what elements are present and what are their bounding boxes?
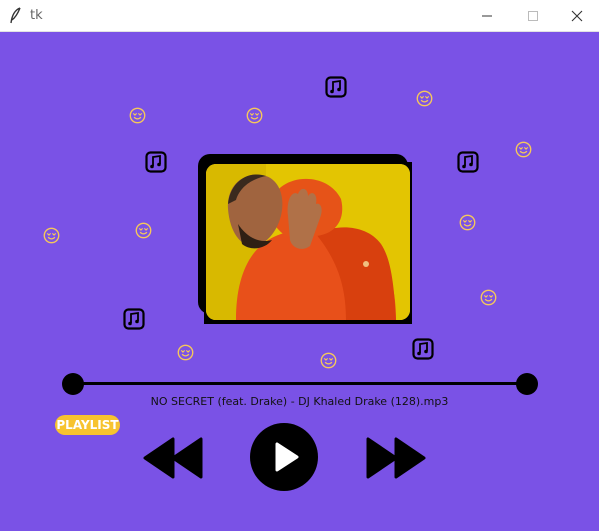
album-art-picture xyxy=(206,164,410,320)
heart-eyes-emoji-icon xyxy=(43,227,60,244)
maximize-button[interactable] xyxy=(510,0,556,32)
close-icon xyxy=(571,10,583,22)
heart-eyes-emoji-icon xyxy=(515,141,532,158)
minimize-button[interactable] xyxy=(464,0,510,32)
heart-eyes-emoji-icon xyxy=(246,107,263,124)
seek-knob-end[interactable] xyxy=(516,373,538,395)
heart-eyes-emoji-icon xyxy=(135,222,152,239)
close-button[interactable] xyxy=(554,0,599,32)
maximize-icon xyxy=(528,11,538,21)
music-note-icon xyxy=(325,76,347,98)
play-icon[interactable] xyxy=(249,422,319,492)
heart-eyes-emoji-icon xyxy=(459,214,476,231)
minimize-icon xyxy=(482,15,492,17)
seek-track[interactable] xyxy=(73,382,528,385)
music-note-icon xyxy=(123,308,145,330)
heart-eyes-emoji-icon xyxy=(129,107,146,124)
fast-forward-icon[interactable] xyxy=(364,437,426,479)
seek-knob-start[interactable] xyxy=(62,373,84,395)
music-note-icon xyxy=(412,338,434,360)
rewind-icon[interactable] xyxy=(143,437,205,479)
player-window: NO SECRET (feat. Drake) - DJ Khaled Drak… xyxy=(0,32,599,531)
heart-eyes-emoji-icon xyxy=(177,344,194,361)
album-art-image xyxy=(206,164,410,320)
heart-eyes-emoji-icon xyxy=(320,352,337,369)
feather-icon xyxy=(10,7,21,24)
album-art-frame xyxy=(198,154,414,324)
heart-eyes-emoji-icon xyxy=(416,90,433,107)
heart-eyes-emoji-icon xyxy=(480,289,497,306)
music-note-icon xyxy=(145,151,167,173)
music-note-icon xyxy=(457,151,479,173)
song-title: NO SECRET (feat. Drake) - DJ Khaled Drak… xyxy=(150,395,449,408)
window-titlebar: tk xyxy=(0,0,599,32)
window-title: tk xyxy=(30,8,43,23)
playlist-button[interactable]: PLAYLIST xyxy=(55,415,120,435)
